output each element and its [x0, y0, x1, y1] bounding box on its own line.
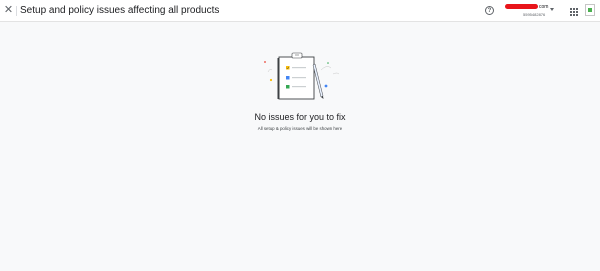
header-divider	[16, 6, 17, 16]
top-bar: ✕ Setup and policy issues affecting all …	[0, 0, 600, 22]
close-icon[interactable]: ✕	[3, 5, 14, 16]
account-switcher[interactable]: com 5595482876	[505, 4, 560, 20]
empty-state-subtitle: All setup & policy issues will be shown …	[257, 126, 343, 131]
clipboard-checklist-illustration	[264, 52, 340, 100]
avatar[interactable]	[585, 4, 595, 16]
account-email-suffix: com	[539, 4, 549, 10]
help-icon[interactable]: ?	[485, 6, 494, 15]
redacted-email	[505, 4, 538, 10]
page-title: Setup and policy issues affecting all pr…	[20, 5, 220, 16]
account-id: 5595482876	[523, 12, 546, 17]
empty-state-title: No issues for you to fix	[254, 112, 346, 122]
chevron-down-icon[interactable]	[550, 8, 554, 11]
account-email: com	[505, 4, 548, 10]
apps-grid-icon[interactable]	[570, 8, 578, 16]
